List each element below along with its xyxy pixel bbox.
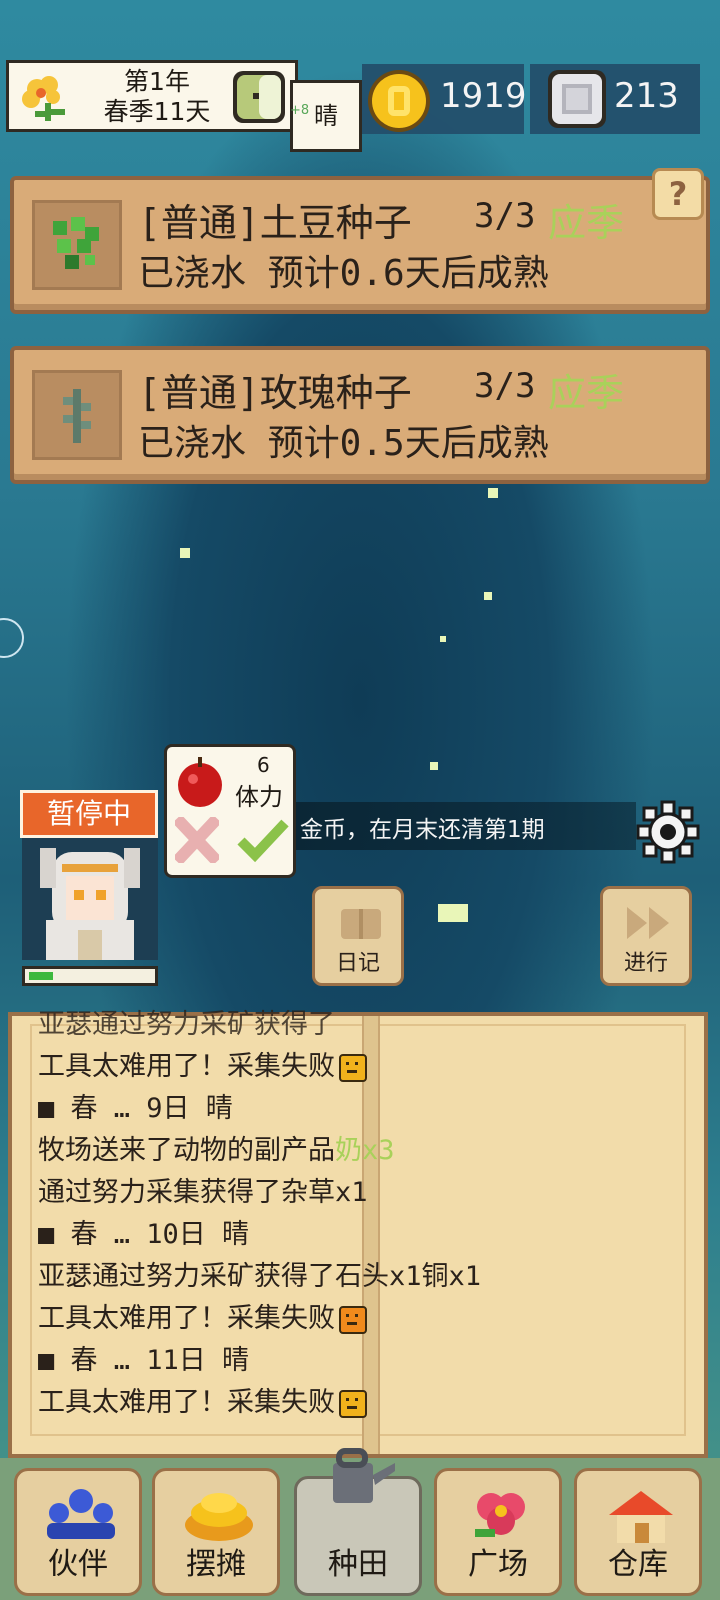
year-label: 第1年 (124, 67, 190, 96)
flower-icon (475, 1493, 525, 1537)
pause-status-badge[interactable]: 暂停中 (20, 790, 158, 838)
nav-stall-label: 摆摊 (186, 1547, 246, 1582)
nav-partner[interactable]: 伙伴 (14, 1468, 142, 1596)
moon-phase-icon (233, 71, 285, 123)
crop-title: [普通]玫瑰种子 (138, 371, 412, 415)
stamina-label: 体力 (235, 783, 283, 811)
message-text: 金币，在月末还清第1期 (300, 817, 545, 843)
proceed-label: 进行 (623, 951, 668, 976)
date-text: 第1年 春季11天 (87, 67, 227, 127)
crop-season-badge: 应季 (548, 371, 625, 415)
fast-forward-icon (627, 907, 669, 939)
silver-block-icon (548, 70, 606, 128)
sparkle (440, 636, 446, 642)
nav-partner-label: 伙伴 (48, 1547, 108, 1582)
log-date-line: ■ 春 … 11日 晴 (38, 1345, 250, 1376)
sparkle (484, 592, 492, 600)
help-button[interactable]: ? (652, 168, 704, 220)
log-line: 工具太难用了！采集失败 (38, 1296, 367, 1335)
neutral-face-icon (339, 1053, 367, 1082)
cross-icon[interactable] (175, 817, 219, 863)
crop-title: [普通]土豆种子 (138, 201, 412, 245)
neutral-face-icon (339, 1389, 367, 1418)
house-icon (609, 1491, 673, 1543)
stamina-value: 6 (257, 753, 270, 777)
flower-icon (15, 67, 75, 127)
log-line: 亚瑟通过努力采矿获得了石头x1铜x1 (38, 1261, 482, 1292)
coin-pile-icon (185, 1493, 253, 1541)
crop-count: 3/3 (474, 366, 536, 406)
gem-amount: 213 (614, 76, 679, 116)
crop-card-rose[interactable]: [普通]玫瑰种子 3/3 应季 已浇水 预计0.5天后成熟 (10, 346, 710, 484)
crop-count: 3/3 (474, 196, 536, 236)
character-portrait[interactable] (22, 838, 158, 960)
season-day-label: 春季11天 (103, 97, 211, 126)
log-line: 牧场送来了动物的副产品奶x3 (38, 1135, 395, 1166)
sad-face-icon (339, 1305, 367, 1334)
crop-status: 已浇水 预计0.6天后成熟 (138, 253, 549, 294)
crop-slot (32, 200, 122, 290)
nav-storage[interactable]: 仓库 (574, 1468, 702, 1596)
log-line: 工具太难用了！采集失败 (38, 1044, 367, 1083)
potato-sprout-icon (53, 217, 99, 269)
stamina-panel[interactable]: 6 体力 (164, 744, 296, 878)
log-date-line: ■ 春 … 9日 晴 (38, 1093, 233, 1124)
rose-sprout-icon (63, 389, 91, 443)
log-line: 亚瑟通过努力采矿获得了 (38, 1009, 335, 1040)
weather-sub-label: +8 (290, 103, 310, 118)
nav-stall[interactable]: 摆摊 (152, 1468, 280, 1596)
nav-plaza-label: 广场 (468, 1547, 528, 1582)
crop-slot (32, 370, 122, 460)
crop-status: 已浇水 预计0.5天后成熟 (138, 423, 549, 464)
gold-coin-icon (368, 70, 430, 132)
apple-icon (178, 757, 222, 807)
health-bar-fill (29, 972, 53, 980)
weather-label: 晴 (314, 102, 338, 130)
proceed-button[interactable]: 进行 (600, 886, 692, 986)
partner-icon (47, 1489, 115, 1539)
diary-icon (341, 909, 381, 939)
nav-plaza[interactable]: 广场 (434, 1468, 562, 1596)
health-bar (22, 966, 158, 986)
avatar (40, 848, 140, 960)
diary-label: 日记 (335, 951, 380, 976)
log-line: 工具太难用了！采集失败 (38, 1380, 367, 1419)
nav-storage-label: 仓库 (608, 1547, 668, 1582)
journal-book[interactable]: 亚瑟通过努力采矿获得了 工具太难用了！采集失败 ■ 春 … 9日 晴 牧场送来了… (8, 1009, 708, 1458)
gold-amount: 1919 (440, 76, 527, 116)
log-line: 通过努力采集获得了杂草x1 (38, 1177, 368, 1208)
nav-farm[interactable]: 种田 (294, 1448, 422, 1596)
crop-card-potato[interactable]: [普通]土豆种子 3/3 应季 已浇水 预计0.6天后成熟 (10, 176, 710, 314)
diary-button[interactable]: 日记 (312, 886, 404, 986)
gear-icon[interactable] (636, 800, 700, 864)
sparkle (180, 548, 190, 558)
log-date-line: ■ 春 … 10日 晴 (38, 1219, 250, 1250)
sparkle (488, 488, 498, 498)
nav-farm-label: 种田 (328, 1547, 388, 1582)
sparkle (438, 904, 468, 922)
watering-can-icon (333, 1448, 395, 1503)
sparkle (430, 762, 438, 770)
date-panel[interactable]: 第1年 春季11天 (6, 60, 298, 132)
crop-season-badge: 应季 (548, 201, 625, 245)
check-icon[interactable] (235, 813, 291, 865)
